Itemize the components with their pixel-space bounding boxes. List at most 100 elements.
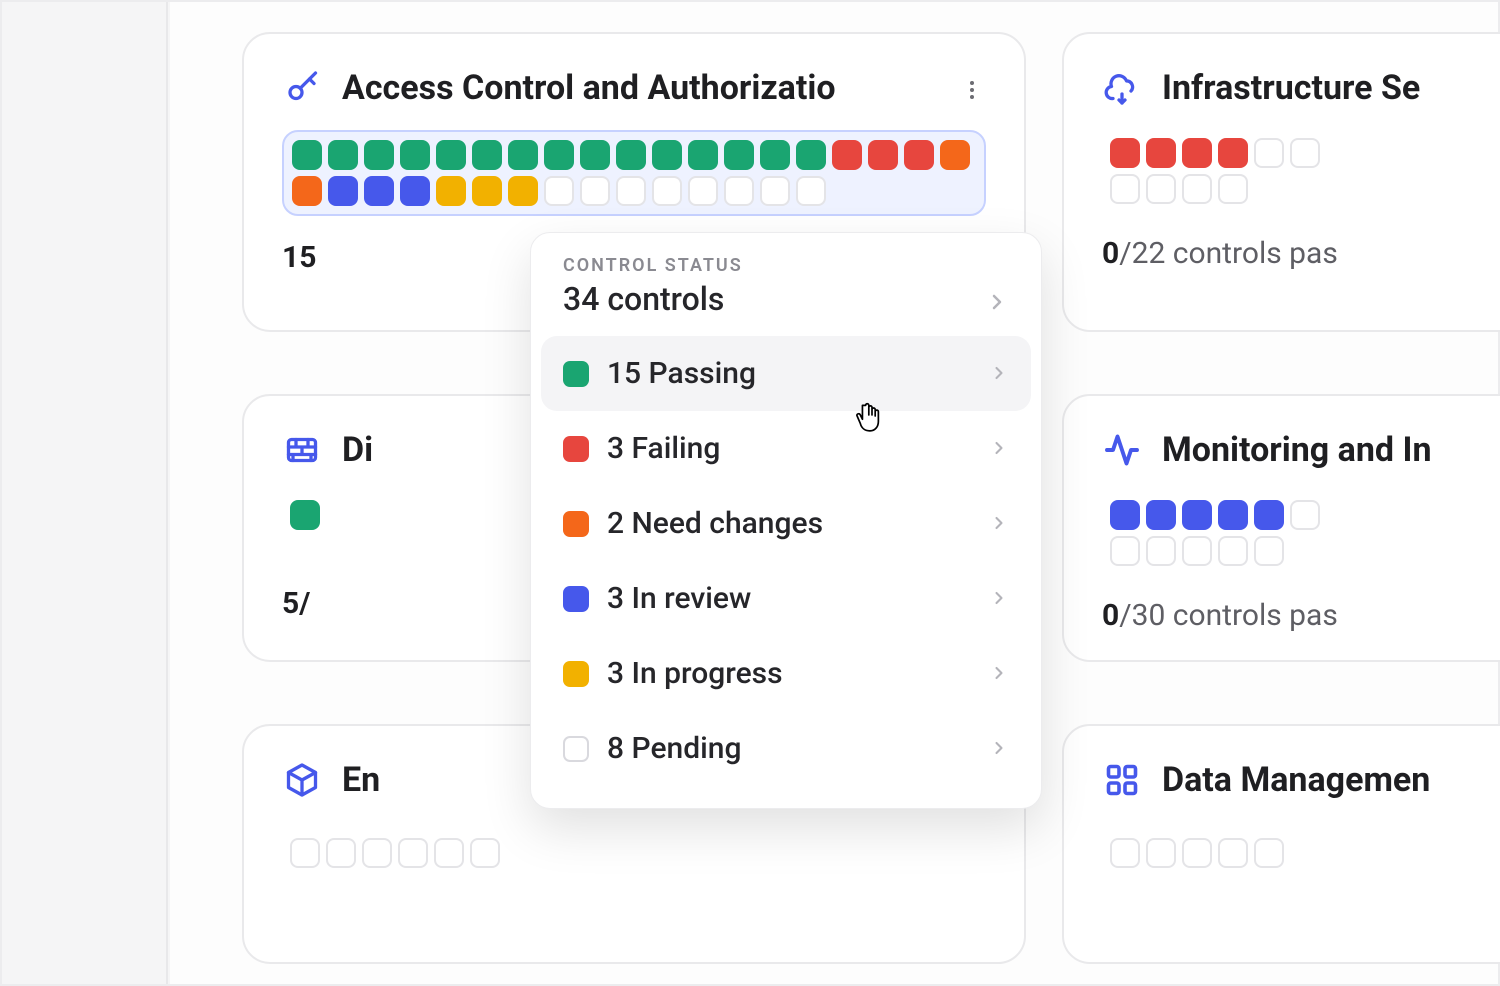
- status-pill[interactable]: [1254, 500, 1284, 530]
- status-pill[interactable]: [508, 176, 538, 206]
- popover-item-label: 15 Passing: [607, 356, 971, 391]
- status-pill[interactable]: [1254, 138, 1284, 168]
- popover-item[interactable]: 3 In review: [541, 561, 1031, 636]
- status-pill[interactable]: [436, 140, 466, 170]
- status-pill[interactable]: [472, 140, 502, 170]
- status-pill[interactable]: [796, 140, 826, 170]
- status-pill[interactable]: [724, 140, 754, 170]
- status-pill[interactable]: [470, 838, 500, 868]
- status-pill[interactable]: [434, 838, 464, 868]
- card-infrastructure[interactable]: Infrastructure Se 0/22 controls pas: [1062, 32, 1500, 332]
- status-pill[interactable]: [580, 140, 610, 170]
- status-pill[interactable]: [688, 140, 718, 170]
- status-pill[interactable]: [1182, 138, 1212, 168]
- status-pill[interactable]: [724, 176, 754, 206]
- status-pill[interactable]: [1182, 174, 1212, 204]
- status-pill[interactable]: [290, 500, 320, 530]
- status-pill[interactable]: [400, 176, 430, 206]
- left-sidebar: [2, 2, 168, 984]
- status-pill-grid[interactable]: [1102, 830, 1500, 876]
- chevron-right-icon: [989, 506, 1009, 541]
- status-pill[interactable]: [832, 140, 862, 170]
- status-swatch: [563, 586, 589, 612]
- status-pill[interactable]: [1110, 500, 1140, 530]
- status-pill[interactable]: [292, 140, 322, 170]
- popover-item-label: 2 Need changes: [607, 506, 971, 541]
- status-pill[interactable]: [326, 838, 356, 868]
- status-pill[interactable]: [1254, 536, 1284, 566]
- status-pill[interactable]: [544, 140, 574, 170]
- status-pill[interactable]: [1290, 500, 1320, 530]
- status-swatch: [563, 736, 589, 762]
- status-pill[interactable]: [904, 140, 934, 170]
- status-pill-grid[interactable]: [282, 130, 986, 216]
- popover-list: 15 Passing 3 Failing 2 Need changes 3 In re…: [531, 336, 1041, 786]
- status-pill[interactable]: [1146, 174, 1176, 204]
- status-pill[interactable]: [1218, 500, 1248, 530]
- popover-item[interactable]: 8 Pending: [541, 711, 1031, 786]
- status-pill[interactable]: [400, 140, 430, 170]
- status-pill[interactable]: [1182, 838, 1212, 868]
- status-swatch: [563, 511, 589, 537]
- status-pill[interactable]: [362, 838, 392, 868]
- status-pill[interactable]: [1218, 838, 1248, 868]
- status-pill[interactable]: [616, 176, 646, 206]
- status-pill[interactable]: [868, 140, 898, 170]
- popover-item[interactable]: 15 Passing: [541, 336, 1031, 411]
- more-button[interactable]: [952, 70, 992, 110]
- status-pill[interactable]: [1218, 174, 1248, 204]
- status-pill[interactable]: [508, 140, 538, 170]
- status-pill[interactable]: [760, 140, 790, 170]
- status-pill[interactable]: [436, 176, 466, 206]
- status-pill[interactable]: [544, 176, 574, 206]
- status-pill[interactable]: [1182, 500, 1212, 530]
- status-pill[interactable]: [1146, 838, 1176, 868]
- activity-icon: [1102, 430, 1142, 470]
- card-title: En: [342, 760, 380, 800]
- status-pill[interactable]: [1146, 138, 1176, 168]
- popover-item-label: 3 In progress: [607, 656, 971, 691]
- status-pill[interactable]: [1110, 838, 1140, 868]
- status-pill[interactable]: [652, 176, 682, 206]
- status-pill[interactable]: [1218, 536, 1248, 566]
- status-pill[interactable]: [796, 176, 826, 206]
- status-pill[interactable]: [364, 140, 394, 170]
- status-pill[interactable]: [1110, 138, 1140, 168]
- card-monitoring[interactable]: Monitoring and In 0/30 controls pas: [1062, 394, 1500, 662]
- status-pill[interactable]: [1182, 536, 1212, 566]
- status-pill[interactable]: [940, 140, 970, 170]
- status-pill[interactable]: [398, 838, 428, 868]
- status-pill[interactable]: [472, 176, 502, 206]
- popover-item[interactable]: 2 Need changes: [541, 486, 1031, 561]
- status-pill[interactable]: [1110, 174, 1140, 204]
- status-pill[interactable]: [328, 140, 358, 170]
- status-pill[interactable]: [292, 176, 322, 206]
- control-status-popover[interactable]: CONTROL STATUS 34 controls 15 Passing 3 F…: [530, 232, 1042, 809]
- popover-header[interactable]: CONTROL STATUS 34 controls: [531, 255, 1041, 336]
- status-pill[interactable]: [1146, 536, 1176, 566]
- status-pill[interactable]: [1110, 536, 1140, 566]
- status-pill[interactable]: [1254, 838, 1284, 868]
- status-swatch: [563, 661, 589, 687]
- status-pill-grid[interactable]: [1102, 492, 1500, 574]
- status-pill[interactable]: [328, 176, 358, 206]
- status-pill[interactable]: [290, 838, 320, 868]
- popover-item[interactable]: 3 Failing: [541, 411, 1031, 486]
- status-swatch: [563, 436, 589, 462]
- status-pill[interactable]: [1146, 500, 1176, 530]
- status-pill-grid[interactable]: [282, 830, 986, 876]
- card-footer: 0/30 controls pas: [1102, 598, 1500, 633]
- status-pill[interactable]: [1290, 138, 1320, 168]
- card-title: Infrastructure Se: [1162, 68, 1420, 108]
- status-pill[interactable]: [580, 176, 610, 206]
- status-pill[interactable]: [364, 176, 394, 206]
- status-pill[interactable]: [688, 176, 718, 206]
- popover-item[interactable]: 3 In progress: [541, 636, 1031, 711]
- status-pill[interactable]: [652, 140, 682, 170]
- status-pill[interactable]: [760, 176, 790, 206]
- status-pill[interactable]: [616, 140, 646, 170]
- card-title: Monitoring and In: [1162, 430, 1432, 470]
- status-pill[interactable]: [1218, 138, 1248, 168]
- status-pill-grid[interactable]: [1102, 130, 1500, 212]
- card-data-management[interactable]: Data Managemen: [1062, 724, 1500, 964]
